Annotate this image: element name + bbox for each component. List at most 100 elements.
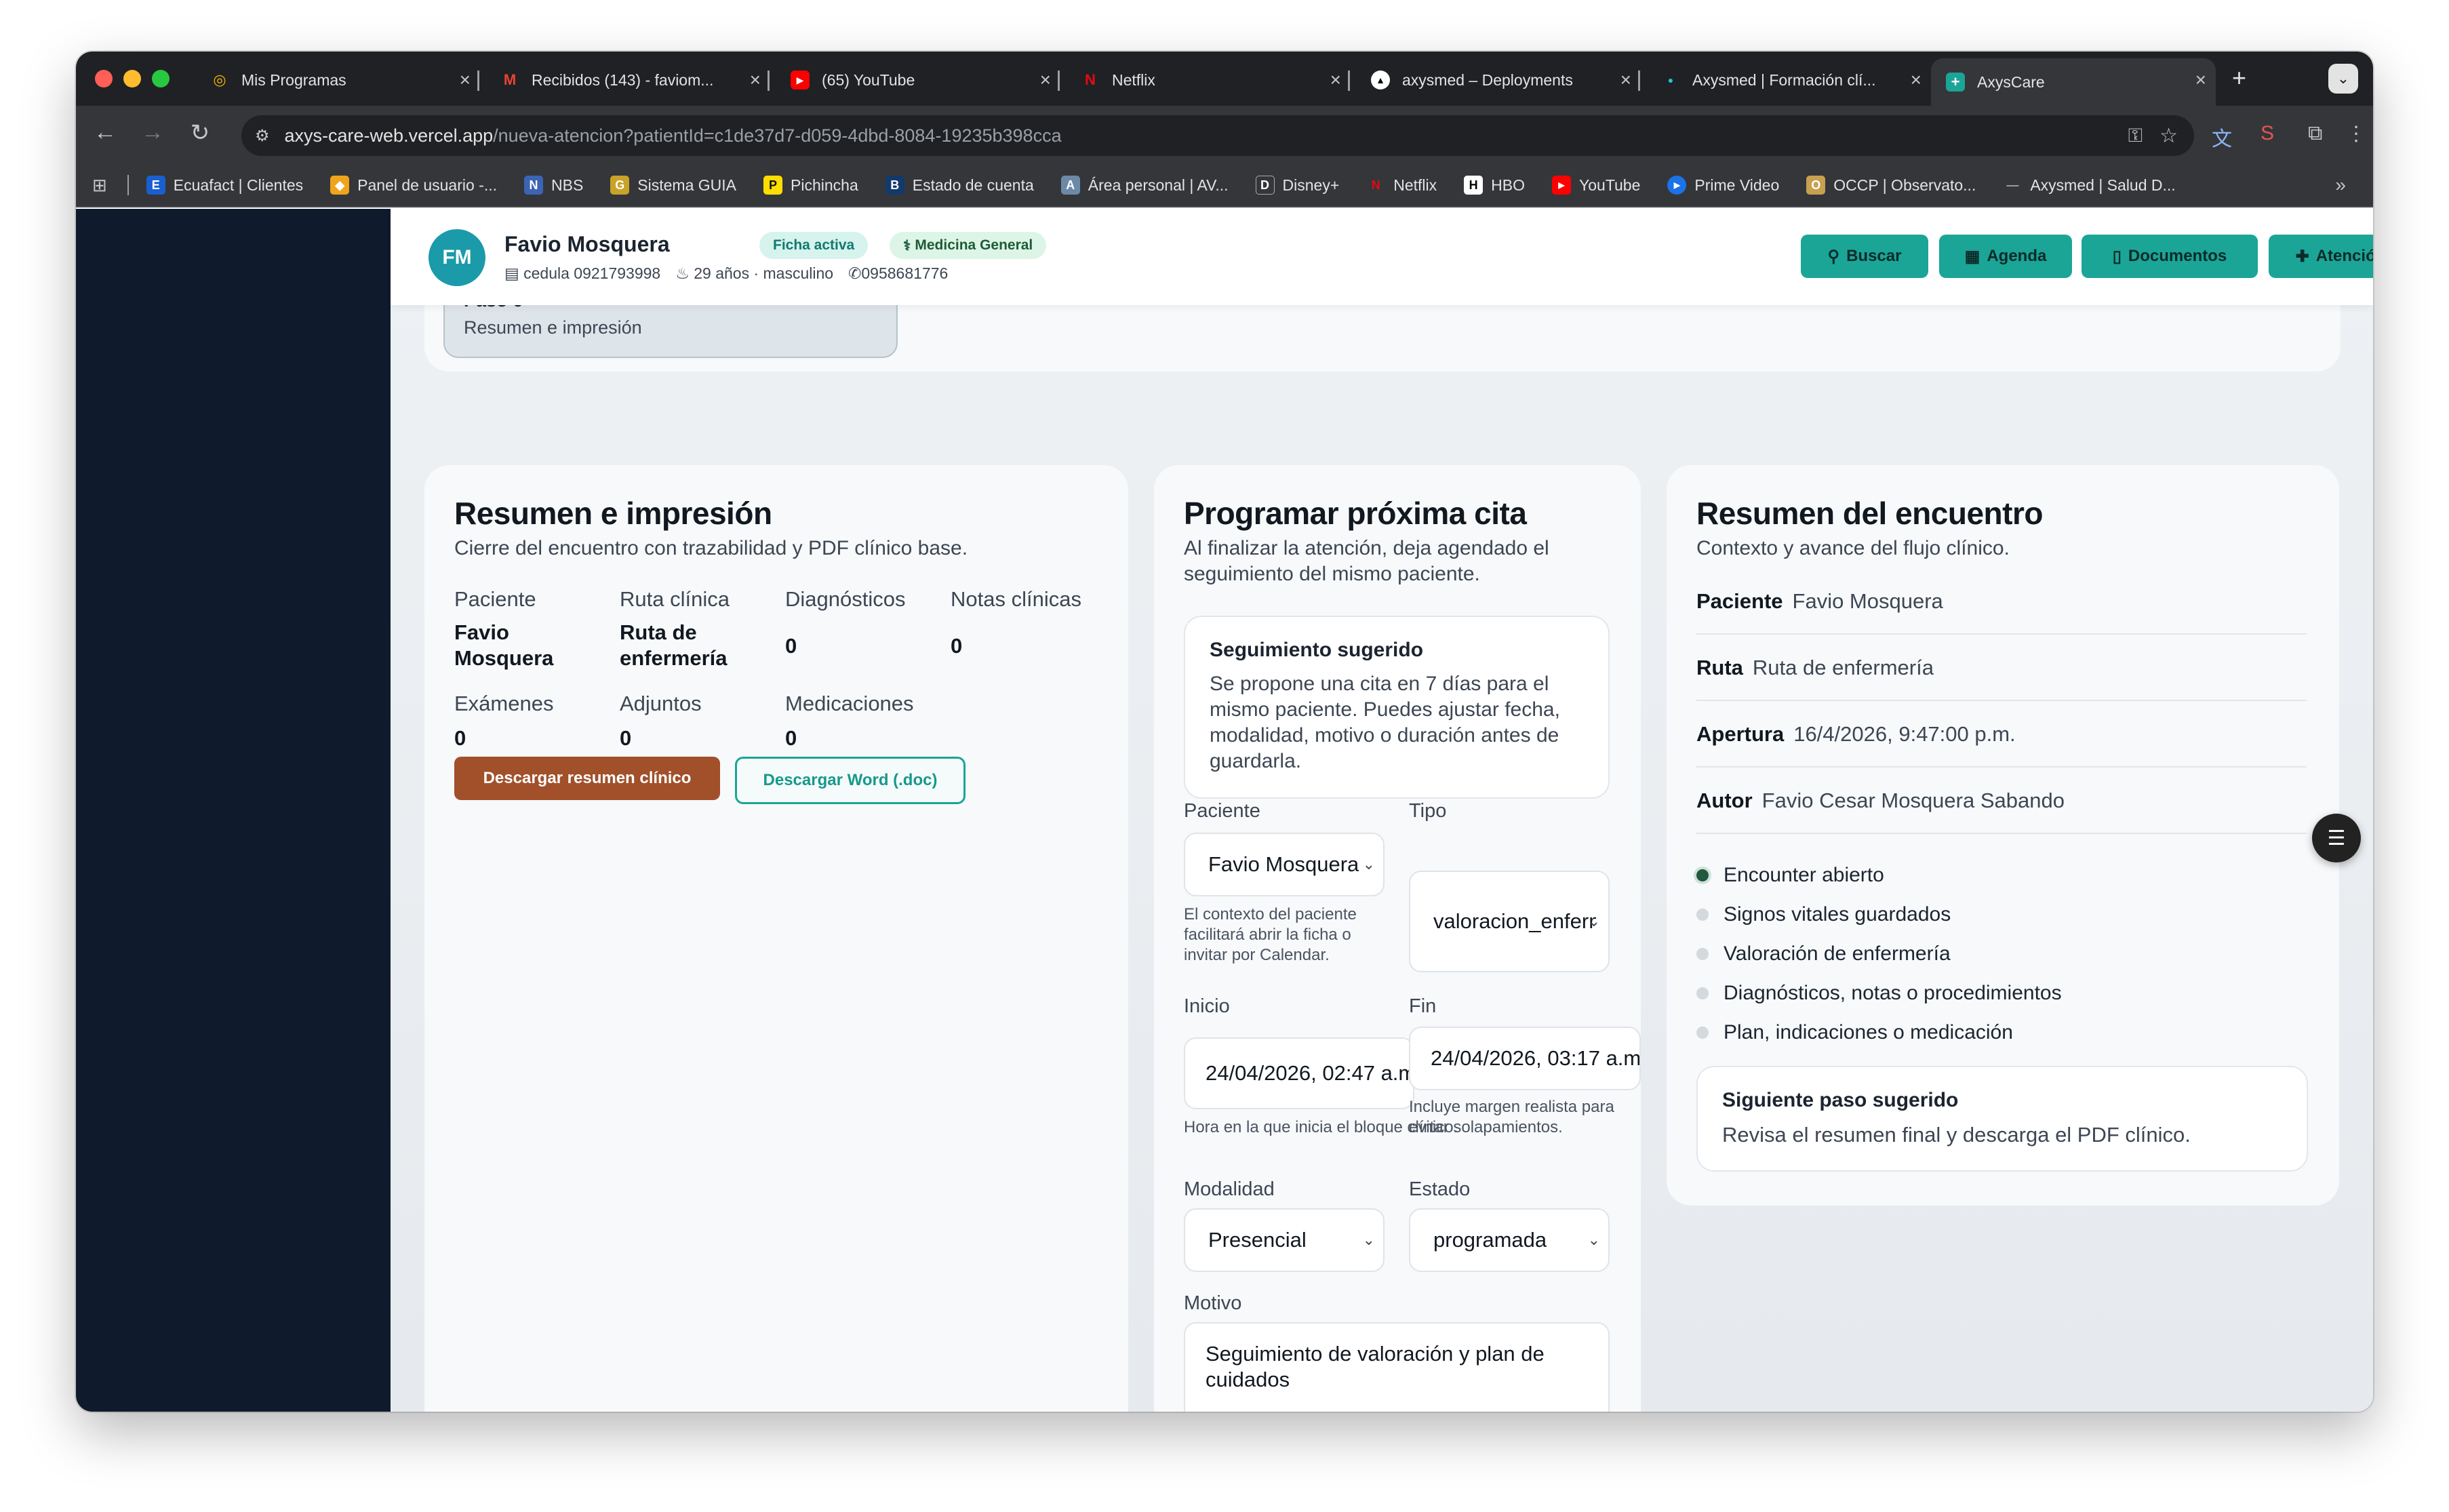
close-window-button[interactable] — [95, 70, 113, 87]
step-subtitle: Resumen e impresión — [464, 317, 642, 338]
disney-icon: D — [1255, 176, 1275, 195]
suggestion-description: Se propone una cita en 7 días para el mi… — [1210, 673, 1560, 772]
minimize-window-button[interactable] — [123, 70, 141, 87]
phone-icon: ✆ — [848, 264, 862, 282]
status-select[interactable]: programada ⌄ — [1409, 1208, 1610, 1272]
panel-icon: ◆ — [330, 176, 350, 195]
forward-arrow-icon[interactable]: → — [137, 119, 168, 146]
specialty-badge: ⚕ Medicina General — [890, 232, 1047, 259]
tab-axyscare[interactable]: + AxysCare × — [1931, 58, 2216, 106]
tab-axysmed-formacion[interactable]: ● Axysmed | Formación clí... × — [1646, 58, 1931, 102]
avatar: FM — [429, 229, 485, 286]
bookmark-youtube[interactable]: ▶ YouTube — [1552, 176, 1640, 195]
chevron-down-icon: ⌄ — [1362, 1231, 1375, 1248]
patient-select[interactable]: Favio Mosquera ⌄ — [1184, 833, 1385, 896]
translate-icon[interactable]: 文 — [2212, 122, 2232, 152]
extension-s-icon[interactable]: S — [2261, 122, 2274, 145]
label-estado: Estado — [1409, 1178, 1471, 1200]
close-tab-icon[interactable]: × — [1040, 69, 1051, 91]
close-tab-icon[interactable]: × — [1911, 69, 1922, 91]
bookmark-hbo[interactable]: H HBO — [1464, 176, 1525, 195]
step-pending-icon — [1696, 987, 1709, 999]
bookmark-netflix[interactable]: N Netflix — [1366, 176, 1437, 195]
axysmed-icon: ● — [1667, 75, 1674, 85]
label-paciente: Paciente — [1184, 800, 1260, 822]
start-datetime-input[interactable]: 24/04/2026, 02:47 a.m. — [1184, 1037, 1414, 1109]
value-adjuntos: 0 — [620, 726, 632, 750]
browser-toolbar: ← → ↻ ⚙ axys-care-web.vercel.app/nueva-a… — [76, 106, 2373, 164]
bookmark-star-icon[interactable]: ☆ — [2159, 124, 2178, 148]
bookmark-pichincha[interactable]: P Pichincha — [763, 176, 858, 195]
menu-dots-icon[interactable]: ⋮ — [2346, 122, 2366, 146]
step-pending-icon — [1696, 909, 1709, 921]
area-icon: A — [1060, 176, 1080, 195]
summary-row-autor: Autor Favio Cesar Mosquera Sabando — [1696, 769, 2307, 834]
browser-window: ◎ Mis Programas × M Recibidos (143) - fa… — [76, 52, 2373, 1412]
bookmark-estado-cuenta[interactable]: B Estado de cuenta — [885, 176, 1034, 195]
chevron-down-icon: ⌄ — [1587, 913, 1600, 930]
cedula-info: ▤ cedula 0921793998 — [504, 264, 661, 282]
netflix-icon: N — [1085, 71, 1096, 88]
value-medicaciones: 0 — [785, 726, 797, 750]
start-hint: Hora en la que inicia el bloque clínico. — [1184, 1118, 1458, 1136]
type-select[interactable]: valoracion_enfermeria⌄ — [1409, 871, 1610, 972]
floating-menu-button[interactable]: ☰ — [2312, 814, 2361, 862]
reason-textarea[interactable]: Seguimiento de valoración y plan de cuid… — [1184, 1322, 1610, 1412]
maximize-window-button[interactable] — [152, 70, 170, 87]
bookmark-sistema-guia[interactable]: G Sistema GUIA — [610, 176, 736, 195]
document-icon: ▯ — [2112, 247, 2122, 266]
vercel-icon: ▲ — [1371, 71, 1390, 89]
patient-hint: El contexto del paciente facilitará abri… — [1184, 905, 1357, 964]
atencion-button[interactable]: ✚Atención — [2269, 235, 2373, 278]
modality-select[interactable]: Presencial ⌄ — [1184, 1208, 1385, 1272]
value-notas: 0 — [951, 634, 963, 658]
bank-icon: B — [885, 176, 904, 195]
close-tab-icon[interactable]: × — [460, 69, 471, 91]
site-info-icon[interactable]: ⚙ — [255, 126, 270, 146]
label-ruta: Ruta clínica — [620, 587, 730, 611]
bookmark-panel-usuario[interactable]: ◆ Panel de usuario -... — [330, 176, 497, 195]
bookmark-ecuafact[interactable]: E Ecuafact | Clientes — [146, 176, 303, 195]
next-step-title: Siguiente paso sugerido — [1722, 1089, 1959, 1111]
agenda-button[interactable]: ▦ Agenda — [1939, 235, 2072, 278]
close-tab-icon[interactable]: × — [2195, 69, 2206, 91]
bookmarks-bar: ⊞ E Ecuafact | Clientes ◆ Panel de usuario… — [76, 164, 2373, 207]
password-key-icon[interactable]: ⚿ — [2128, 125, 2143, 147]
guia-icon: G — [610, 176, 630, 195]
end-datetime-input[interactable]: 24/04/2026, 03:17 a.m. — [1409, 1027, 1641, 1090]
tab-search-button[interactable]: ⌄ — [2328, 64, 2358, 94]
tab-netflix[interactable]: N Netflix × — [1066, 58, 1351, 102]
bookmark-axysmed[interactable]: — Axysmed | Salud D... — [2003, 176, 2176, 195]
card-title: Programar próxima cita — [1184, 496, 1527, 531]
tab-vercel-deployments[interactable]: ▲ axysmed – Deployments × — [1356, 58, 1641, 102]
download-word-button[interactable]: Descargar Word (.doc) — [735, 757, 965, 804]
bookmark-occp[interactable]: O OCCP | Observato... — [1806, 176, 1976, 195]
back-arrow-icon[interactable]: ← — [89, 119, 121, 146]
occp-icon: O — [1806, 176, 1826, 195]
close-tab-icon[interactable]: × — [750, 69, 761, 91]
download-summary-button[interactable]: Descargar resumen clínico — [454, 757, 720, 800]
tab-mis-programas[interactable]: ◎ Mis Programas × — [195, 58, 480, 102]
extensions-puzzle-icon[interactable]: ⧉ — [2308, 122, 2322, 145]
buscar-button[interactable]: ⚲ Buscar — [1801, 235, 1928, 278]
close-tab-icon[interactable]: × — [1620, 69, 1631, 91]
label-inicio: Inicio — [1184, 995, 1230, 1017]
reload-icon[interactable]: ↻ — [184, 119, 216, 146]
close-tab-icon[interactable]: × — [1330, 69, 1341, 91]
documentos-button[interactable]: ▯ Documentos — [2082, 235, 2258, 278]
new-tab-button[interactable]: + — [2232, 64, 2246, 92]
bookmark-disney[interactable]: D Disney+ — [1255, 176, 1339, 195]
prime-video-icon: ▶ — [1667, 176, 1687, 195]
tab-gmail[interactable]: M Recibidos (143) - faviom... × — [485, 58, 770, 102]
bookmark-nbs[interactable]: N NBS — [524, 176, 583, 195]
bookmark-area-personal[interactable]: A Área personal | AV... — [1060, 176, 1229, 195]
address-bar[interactable]: ⚙ axys-care-web.vercel.app/nueva-atencio… — [241, 115, 2194, 156]
apps-grid-icon[interactable]: ⊞ — [92, 175, 107, 196]
tab-youtube[interactable]: ▶ (65) YouTube × — [776, 58, 1060, 102]
label-motivo: Motivo — [1184, 1292, 1242, 1314]
age-info: ♨ 29 años · masculino — [675, 264, 834, 282]
more-bookmarks-icon[interactable]: » — [2335, 174, 2346, 196]
bookmark-prime-video[interactable]: ▶ Prime Video — [1667, 176, 1779, 195]
card-title: Resumen e impresión — [454, 496, 772, 531]
list-filter-icon: ☰ — [2327, 827, 2346, 850]
